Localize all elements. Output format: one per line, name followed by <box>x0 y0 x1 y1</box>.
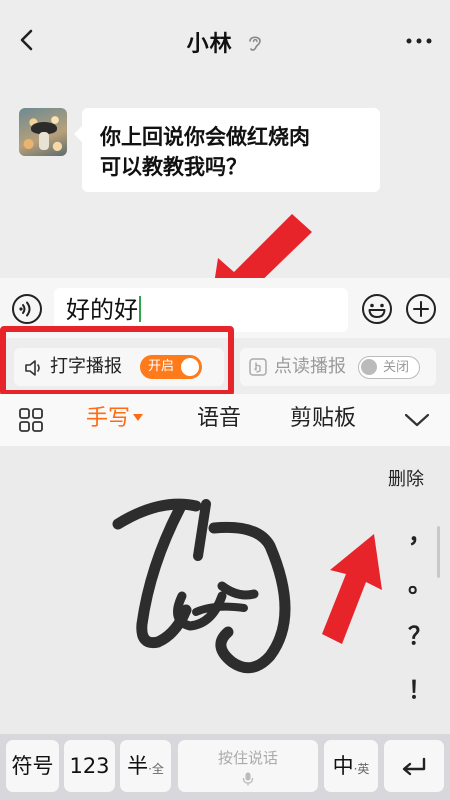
mic-icon <box>242 772 254 786</box>
numbers-key[interactable]: 123 <box>64 740 115 792</box>
reading-broadcast-option[interactable]: 点读播报 关闭 <box>240 348 436 386</box>
enter-key[interactable] <box>384 740 444 792</box>
voice-mode-icon[interactable] <box>11 293 43 325</box>
enter-return-icon <box>402 757 426 776</box>
reading-broadcast-label: 点读播报 <box>274 356 346 377</box>
half-width-sub: ·全 <box>148 762 164 776</box>
emoji-icon[interactable] <box>361 293 393 325</box>
punct-period-key[interactable]: 。 <box>408 570 432 598</box>
tap-read-icon <box>249 358 267 376</box>
side-scrollbar[interactable] <box>437 526 440 578</box>
lang-sub: ·英 <box>353 762 370 776</box>
message-bubble[interactable]: 你上回说你会做红烧肉 可以教教我吗？ <box>74 108 380 192</box>
toggle-knob <box>361 359 377 375</box>
hold-to-talk-key[interactable]: 按住说话 <box>178 740 318 792</box>
symbols-key[interactable]: 符号 <box>6 740 59 792</box>
more-dots-icon[interactable] <box>406 38 432 44</box>
dropdown-triangle-icon <box>133 414 144 421</box>
delete-button[interactable]: 删除 <box>388 468 424 492</box>
chat-title: 小林 <box>186 32 233 57</box>
hold-to-talk-label: 按住说话 <box>217 749 278 767</box>
chat-title-wrap: 小林 <box>0 26 450 58</box>
half-width-key[interactable]: 半·全 <box>120 740 171 792</box>
annotation-frame-typing-broadcast <box>0 326 234 396</box>
grid-menu-icon[interactable] <box>18 407 44 433</box>
chat-header: 小林 <box>0 0 450 84</box>
message-input-value: 好的好 <box>66 296 138 324</box>
reading-toggle-text: 关闭 <box>383 360 410 375</box>
text-caret <box>139 296 141 322</box>
contact-avatar[interactable] <box>19 108 67 156</box>
handwriting-stroke <box>112 498 291 674</box>
reading-broadcast-toggle[interactable]: 关闭 <box>358 356 420 379</box>
tab-handwriting-label: 手写 <box>86 406 131 431</box>
language-switch-key[interactable]: 中·英 <box>324 740 378 792</box>
annotation-arrow-delete <box>322 534 382 644</box>
punct-exclaim-key[interactable]: ！ <box>408 676 432 704</box>
tab-handwriting[interactable]: 手写 <box>86 404 144 434</box>
message-text: 你上回说你会做红烧肉 可以教教我吗？ <box>100 125 310 179</box>
punct-question-key[interactable]: ？ <box>408 622 432 650</box>
tab-voice[interactable]: 语音 <box>197 404 241 434</box>
tab-clipboard[interactable]: 剪贴板 <box>290 404 356 434</box>
chevron-down-icon[interactable] <box>402 410 432 430</box>
ear-icon <box>249 36 262 51</box>
keyboard-toolbar: 手写 语音 剪贴板 <box>0 394 450 446</box>
lang-label: 中 <box>332 754 354 778</box>
keyboard-bottom-row: 符号 123 半·全 按住说话 中·英 <box>0 734 450 800</box>
punct-comma-key[interactable]: ， <box>408 520 432 548</box>
half-width-label: 半 <box>127 754 149 778</box>
plus-icon[interactable] <box>405 293 437 325</box>
